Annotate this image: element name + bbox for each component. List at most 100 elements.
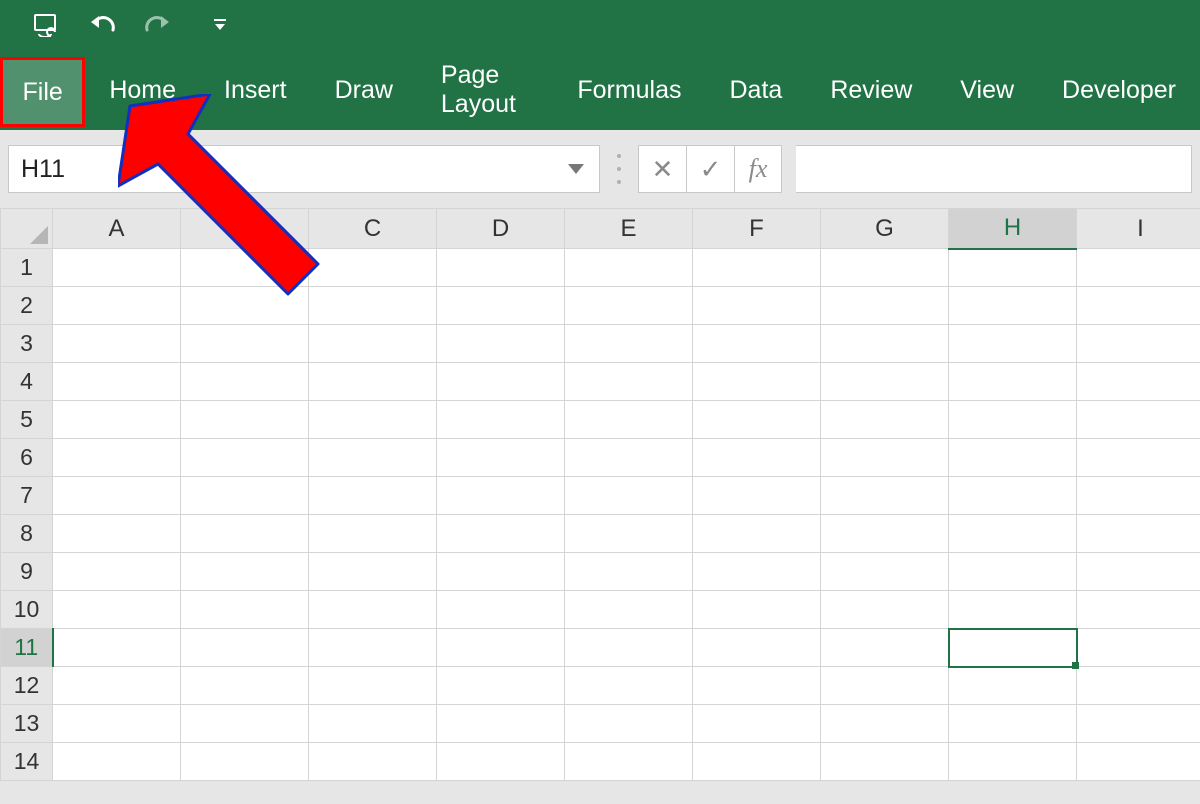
column-header[interactable]: I xyxy=(1077,209,1200,249)
row-header[interactable]: 3 xyxy=(1,325,53,363)
cell[interactable] xyxy=(821,439,949,477)
row-header[interactable]: 11 xyxy=(1,629,53,667)
cell[interactable] xyxy=(53,591,181,629)
cell[interactable] xyxy=(821,705,949,743)
cell[interactable] xyxy=(309,439,437,477)
cell[interactable] xyxy=(693,705,821,743)
column-header[interactable]: F xyxy=(693,209,821,249)
cell[interactable] xyxy=(181,553,309,591)
tab-insert[interactable]: Insert xyxy=(200,55,311,125)
cell[interactable] xyxy=(565,705,693,743)
column-header[interactable]: H xyxy=(949,209,1077,249)
cell[interactable] xyxy=(565,515,693,553)
cell[interactable] xyxy=(949,705,1077,743)
cell[interactable] xyxy=(309,477,437,515)
tab-review[interactable]: Review xyxy=(806,55,936,125)
cell[interactable] xyxy=(437,287,565,325)
cell[interactable] xyxy=(565,363,693,401)
tab-draw[interactable]: Draw xyxy=(311,55,417,125)
cell[interactable] xyxy=(437,705,565,743)
cell[interactable] xyxy=(565,325,693,363)
tab-data[interactable]: Data xyxy=(706,55,807,125)
cancel-button[interactable]: ✕ xyxy=(638,145,686,193)
cell[interactable] xyxy=(437,515,565,553)
cell[interactable] xyxy=(693,363,821,401)
cell[interactable] xyxy=(949,325,1077,363)
cell[interactable] xyxy=(565,287,693,325)
cell[interactable] xyxy=(1077,705,1200,743)
cell[interactable] xyxy=(181,249,309,287)
cell[interactable] xyxy=(1077,629,1200,667)
cell[interactable] xyxy=(949,249,1077,287)
name-box-dropdown-icon[interactable] xyxy=(561,146,591,192)
column-header[interactable]: D xyxy=(437,209,565,249)
cell[interactable] xyxy=(821,249,949,287)
cell[interactable] xyxy=(693,743,821,781)
cell[interactable] xyxy=(565,553,693,591)
cell[interactable] xyxy=(53,667,181,705)
row-header[interactable]: 7 xyxy=(1,477,53,515)
cell[interactable] xyxy=(1077,591,1200,629)
column-header[interactable]: C xyxy=(309,209,437,249)
row-header[interactable]: 12 xyxy=(1,667,53,705)
cell[interactable] xyxy=(53,705,181,743)
cell[interactable] xyxy=(821,743,949,781)
cell[interactable] xyxy=(437,401,565,439)
cell[interactable] xyxy=(309,515,437,553)
cell[interactable] xyxy=(1077,515,1200,553)
undo-icon[interactable] xyxy=(84,7,120,43)
resize-grip-icon[interactable] xyxy=(614,149,624,189)
cell[interactable] xyxy=(821,667,949,705)
cell[interactable] xyxy=(309,363,437,401)
cell[interactable] xyxy=(181,439,309,477)
tab-home[interactable]: Home xyxy=(85,55,200,125)
cell[interactable] xyxy=(53,553,181,591)
row-header[interactable]: 8 xyxy=(1,515,53,553)
customize-qat-icon[interactable] xyxy=(202,7,238,43)
cell[interactable] xyxy=(565,249,693,287)
cell[interactable] xyxy=(949,591,1077,629)
row-header[interactable]: 5 xyxy=(1,401,53,439)
row-header[interactable]: 2 xyxy=(1,287,53,325)
cell[interactable] xyxy=(181,515,309,553)
cell[interactable] xyxy=(693,591,821,629)
cell[interactable] xyxy=(821,477,949,515)
row-header[interactable]: 14 xyxy=(1,743,53,781)
cell[interactable] xyxy=(693,477,821,515)
cell[interactable] xyxy=(53,363,181,401)
cell[interactable] xyxy=(309,591,437,629)
cell[interactable] xyxy=(309,553,437,591)
cell[interactable] xyxy=(181,287,309,325)
cell[interactable] xyxy=(693,287,821,325)
row-header[interactable]: 9 xyxy=(1,553,53,591)
cell[interactable] xyxy=(437,363,565,401)
cell[interactable] xyxy=(949,743,1077,781)
enter-button[interactable]: ✓ xyxy=(686,145,734,193)
cell[interactable] xyxy=(949,667,1077,705)
cell[interactable] xyxy=(693,325,821,363)
insert-function-button[interactable]: fx xyxy=(734,145,782,193)
cell[interactable] xyxy=(821,629,949,667)
cell[interactable] xyxy=(1077,743,1200,781)
cell[interactable] xyxy=(53,743,181,781)
row-header[interactable]: 6 xyxy=(1,439,53,477)
column-header[interactable]: E xyxy=(565,209,693,249)
cell[interactable] xyxy=(821,325,949,363)
cell[interactable] xyxy=(309,401,437,439)
cell[interactable] xyxy=(53,477,181,515)
row-header[interactable]: 10 xyxy=(1,591,53,629)
tab-page-layout[interactable]: Page Layout xyxy=(417,55,553,125)
cell[interactable] xyxy=(693,667,821,705)
cell[interactable] xyxy=(565,591,693,629)
cell[interactable] xyxy=(1077,287,1200,325)
column-header[interactable]: B xyxy=(181,209,309,249)
cell[interactable] xyxy=(565,477,693,515)
cell[interactable] xyxy=(693,401,821,439)
cell[interactable] xyxy=(437,629,565,667)
cell[interactable] xyxy=(181,591,309,629)
cell[interactable] xyxy=(53,439,181,477)
cell[interactable] xyxy=(437,477,565,515)
cell[interactable] xyxy=(821,591,949,629)
cell[interactable] xyxy=(949,553,1077,591)
cell[interactable] xyxy=(437,591,565,629)
